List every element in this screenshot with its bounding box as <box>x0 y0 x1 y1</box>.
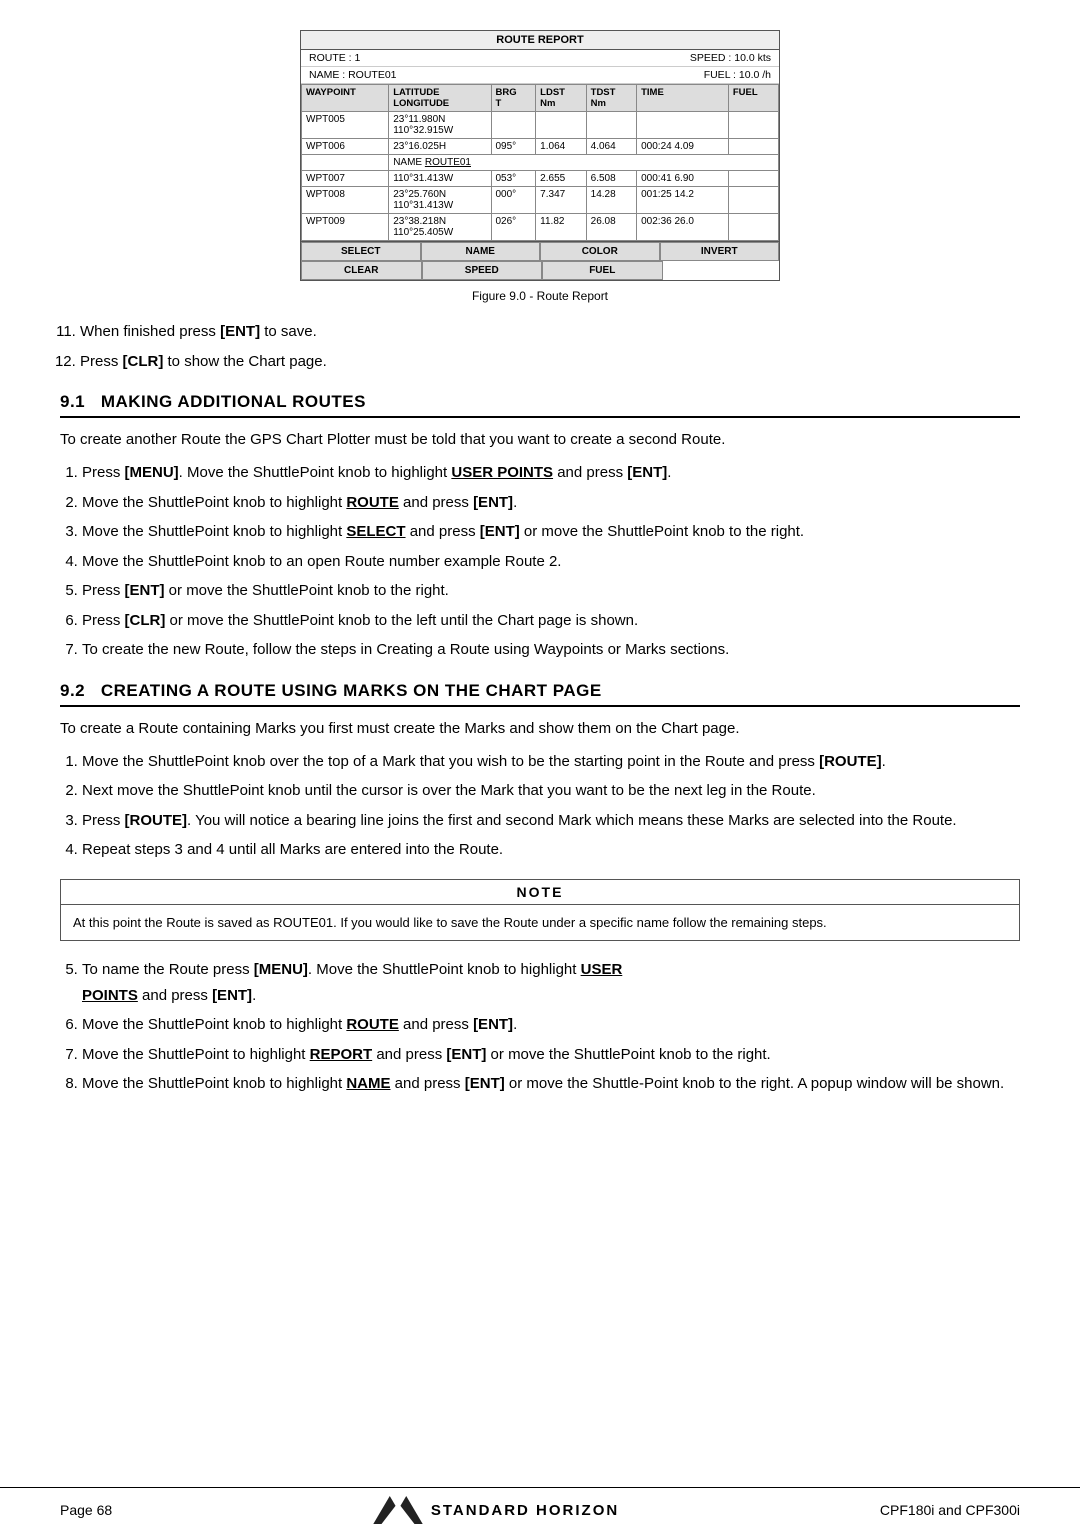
section-92-number: 9.2 <box>60 681 101 700</box>
col-brg: BRGT <box>491 85 536 112</box>
step-92-5: To name the Route press [MENU]. Move the… <box>82 957 1020 1008</box>
route-number: ROUTE : 1 <box>309 52 360 64</box>
step-92-1: Move the ShuttlePoint knob over the top … <box>82 749 1020 775</box>
step-91-1: Press [MENU]. Move the ShuttlePoint knob… <box>82 460 1020 486</box>
col-time: TIME <box>637 85 729 112</box>
route-buttons-row2: CLEAR SPEED FUEL <box>301 261 779 280</box>
clear-button[interactable]: CLEAR <box>301 261 422 280</box>
route-buttons-row1: SELECT NAME COLOR INVERT <box>301 241 779 261</box>
table-row: WPT006 23°16.025H 095° 1.064 4.064 000:2… <box>302 139 779 155</box>
table-row: WPT007 110°31.413W 053° 2.655 6.508 000:… <box>302 171 779 187</box>
step-92-4: Repeat steps 3 and 4 until all Marks are… <box>82 837 1020 863</box>
table-row: WPT008 23°25.760N110°31.413W 000° 7.347 … <box>302 187 779 214</box>
section-91-heading: 9.1 MAKING ADDITIONAL ROUTES <box>60 392 1020 418</box>
step-91-4: Move the ShuttlePoint knob to an open Ro… <box>82 549 1020 575</box>
invert-button[interactable]: INVERT <box>660 242 780 261</box>
name-button[interactable]: NAME <box>421 242 541 261</box>
table-row: WPT009 23°38.218N110°25.405W 026° 11.82 … <box>302 214 779 241</box>
route-fuel: FUEL : 10.0 /h <box>704 69 771 81</box>
footer-logo: STANDARD HORIZON <box>373 1496 619 1524</box>
step-92-7: Move the ShuttlePoint to highlight REPOR… <box>82 1042 1020 1068</box>
table-row: WPT005 23°11.980N110°32.915W <box>302 112 779 139</box>
step-91-2: Move the ShuttlePoint knob to highlight … <box>82 490 1020 516</box>
route-speed: SPEED : 10.0 kts <box>690 52 771 64</box>
note-box: NOTE At this point the Route is saved as… <box>60 879 1020 942</box>
section-92-intro: To create a Route containing Marks you f… <box>60 717 1020 741</box>
section-92-title: CREATING A ROUTE USING MARKS ON THE CHAR… <box>101 681 602 700</box>
section-92-heading: 9.2 CREATING A ROUTE USING MARKS ON THE … <box>60 681 1020 707</box>
step-92-2: Next move the ShuttlePoint knob until th… <box>82 778 1020 804</box>
col-ldst: LDSTNm <box>536 85 586 112</box>
section-91-intro: To create another Route the GPS Chart Pl… <box>60 428 1020 452</box>
section-91-steps: Press [MENU]. Move the ShuttlePoint knob… <box>82 460 1020 663</box>
step-92-8: Move the ShuttlePoint knob to highlight … <box>82 1071 1020 1097</box>
section-92-steps: Move the ShuttlePoint knob over the top … <box>82 749 1020 863</box>
table-row-name: NAME ROUTE01 <box>302 155 779 171</box>
route-report-box: ROUTE REPORT ROUTE : 1 SPEED : 10.0 kts … <box>300 30 780 281</box>
step-91-7: To create the new Route, follow the step… <box>82 637 1020 663</box>
col-waypoint: WAYPOINT <box>302 85 389 112</box>
route-report-title: ROUTE REPORT <box>301 31 779 50</box>
step-12: Press [CLR] to show the Chart page. <box>80 349 1020 375</box>
fuel-button[interactable]: FUEL <box>542 261 663 280</box>
route-name: NAME : ROUTE01 <box>309 69 397 81</box>
route-name-row: NAME : ROUTE01 FUEL : 10.0 /h <box>301 67 779 84</box>
standard-horizon-logo-icon <box>373 1496 423 1524</box>
footer-model: CPF180i and CPF300i <box>880 1502 1020 1518</box>
step-91-5: Press [ENT] or move the ShuttlePoint kno… <box>82 578 1020 604</box>
note-content: At this point the Route is saved as ROUT… <box>61 905 1019 941</box>
select-button[interactable]: SELECT <box>301 242 421 261</box>
footer-brand: STANDARD HORIZON <box>431 1502 619 1519</box>
page-number: Page 68 <box>60 1502 112 1518</box>
section-92-steps2: To name the Route press [MENU]. Move the… <box>82 957 1020 1097</box>
col-lat-lon: LATITUDELONGITUDE <box>389 85 491 112</box>
color-button[interactable]: COLOR <box>540 242 660 261</box>
section-91-title: MAKING ADDITIONAL ROUTES <box>101 392 366 411</box>
section-91-number: 9.1 <box>60 392 101 411</box>
col-tdst: TDSTNm <box>586 85 636 112</box>
step-11: When finished press [ENT] to save. <box>80 319 1020 345</box>
page-footer: Page 68 STANDARD HORIZON CPF180i and CPF… <box>0 1487 1080 1532</box>
note-title: NOTE <box>61 880 1019 905</box>
route-table: WAYPOINT LATITUDELONGITUDE BRGT LDSTNm T… <box>301 84 779 241</box>
route-report-section: ROUTE REPORT ROUTE : 1 SPEED : 10.0 kts … <box>60 30 1020 303</box>
step-91-6: Press [CLR] or move the ShuttlePoint kno… <box>82 608 1020 634</box>
col-fuel: FUEL <box>728 85 778 112</box>
step-91-3: Move the ShuttlePoint knob to highlight … <box>82 519 1020 545</box>
empty-btn <box>663 261 780 280</box>
figure-caption: Figure 9.0 - Route Report <box>472 289 608 303</box>
step-92-3: Press [ROUTE]. You will notice a bearing… <box>82 808 1020 834</box>
speed-button[interactable]: SPEED <box>422 261 543 280</box>
initial-steps: When finished press [ENT] to save. Press… <box>80 319 1020 374</box>
step-92-6: Move the ShuttlePoint knob to highlight … <box>82 1012 1020 1038</box>
route-info-row: ROUTE : 1 SPEED : 10.0 kts <box>301 50 779 67</box>
